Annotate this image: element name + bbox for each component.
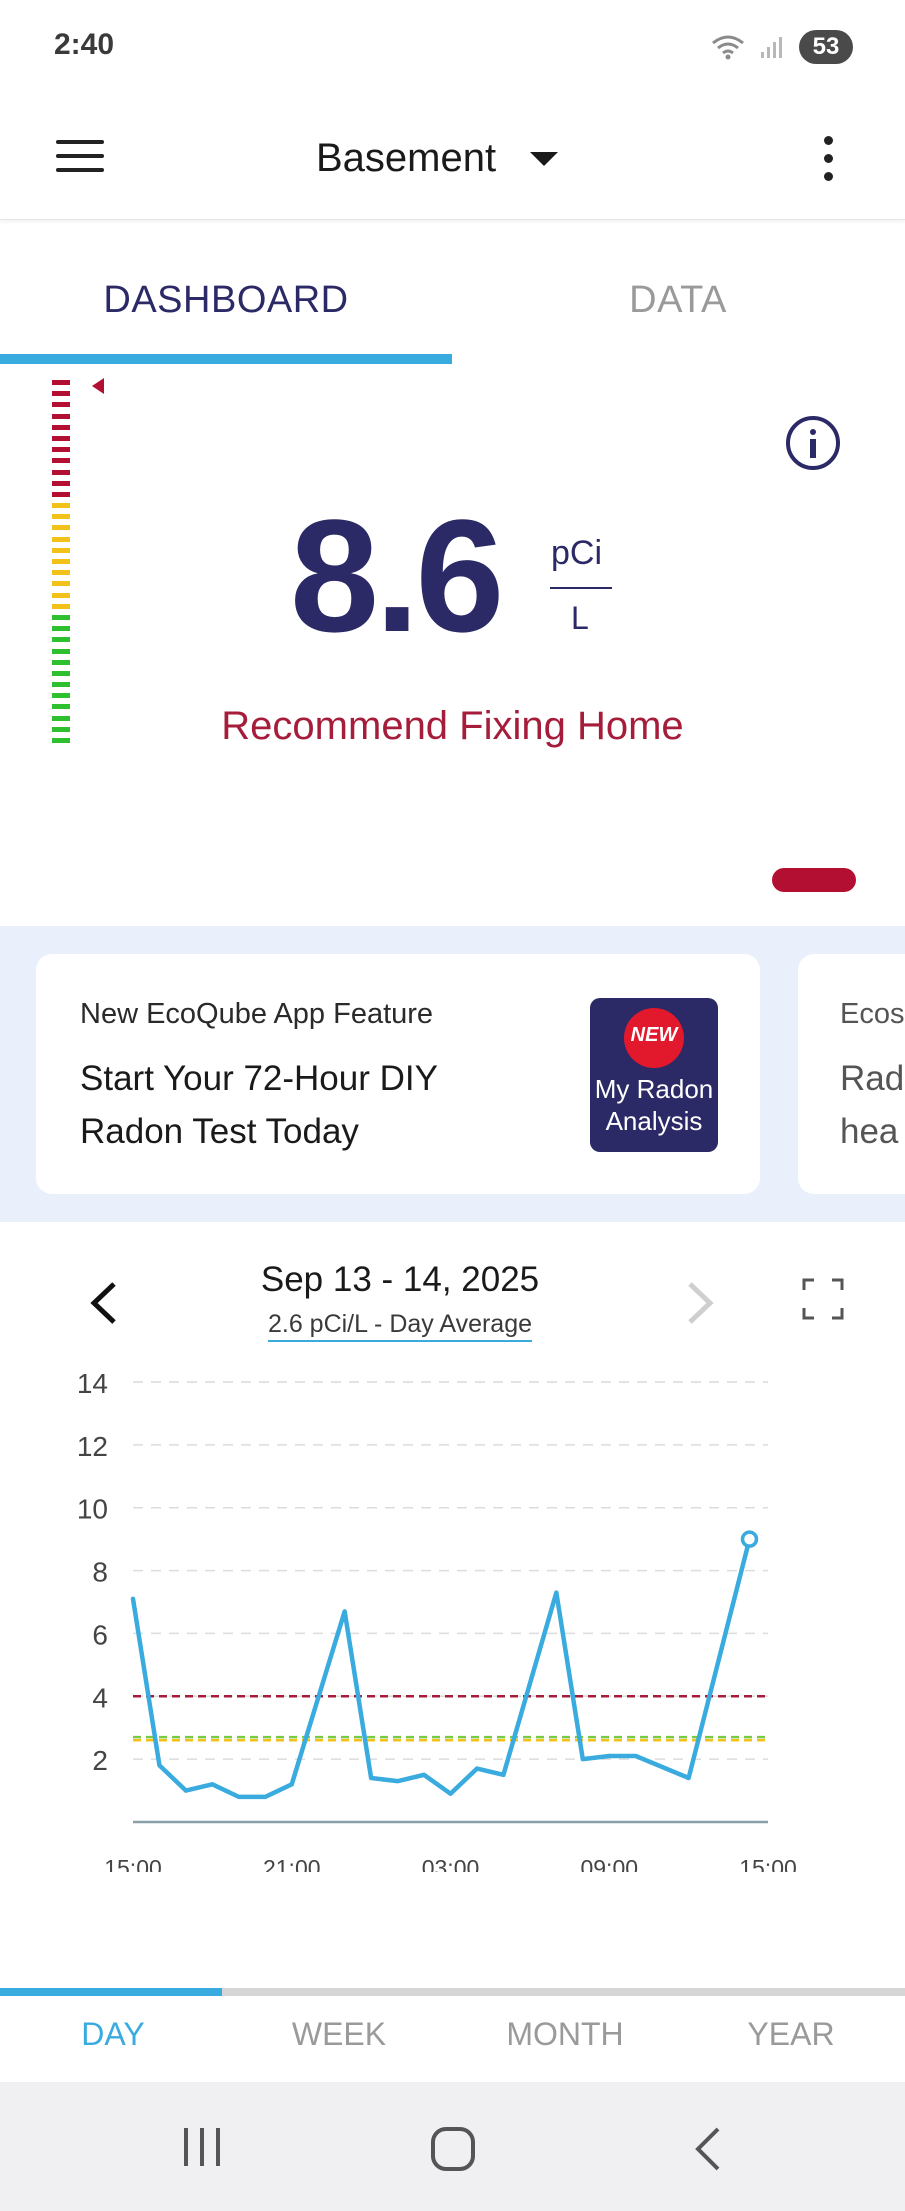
tab-day[interactable]: DAY <box>0 2016 226 2053</box>
status-bar: 2:40 53 <box>0 0 905 96</box>
y-tick-label: 8 <box>92 1557 108 1588</box>
x-tick-label: 15:00 <box>104 1855 162 1872</box>
latest-point-marker <box>740 1530 759 1548</box>
status-badge <box>772 868 856 892</box>
radon-series-line <box>130 1536 752 1800</box>
level-tick <box>52 637 70 643</box>
radon-line-chart: 246810121415:00Sep 1321:0003:0009:0015:0… <box>77 1368 797 1872</box>
level-tick <box>52 670 70 676</box>
back-icon[interactable] <box>690 2126 726 2172</box>
tab-week[interactable]: WEEK <box>226 2016 452 2053</box>
level-tick <box>52 525 70 531</box>
level-tick <box>52 469 70 475</box>
main-tabs: DASHBOARD DATA <box>0 221 905 364</box>
x-tick-label: 21:00 <box>263 1855 321 1872</box>
level-tick <box>52 559 70 564</box>
level-tick <box>52 536 70 542</box>
period-tab-indicator <box>0 1988 222 1996</box>
chevron-down-icon <box>530 151 559 166</box>
tab-year[interactable]: YEAR <box>678 2016 904 2053</box>
level-tick <box>52 491 70 497</box>
chart-average-label: 2.6 pCi/L - Day Average <box>267 1310 533 1342</box>
y-tick-label: 2 <box>92 1745 108 1776</box>
unit-denominator: L <box>571 600 589 636</box>
level-tick <box>52 480 70 486</box>
level-tick <box>52 693 70 699</box>
y-tick-label: 10 <box>77 1494 108 1525</box>
promo-kicker: New EcoQube App Feature <box>80 998 434 1030</box>
promo-carousel: New EcoQube App Feature Start Your 72-Ho… <box>0 926 905 1222</box>
home-icon[interactable] <box>430 2126 476 2172</box>
chart-day-average[interactable]: 2.6 pCi/L - Day Average <box>180 1310 620 1342</box>
recent-apps-icon[interactable] <box>180 2126 224 2168</box>
radon-value: 8.6 <box>290 486 504 665</box>
badge-line2: Analysis <box>605 1106 703 1136</box>
level-tick <box>52 503 70 509</box>
battery-indicator: 53 <box>799 30 853 64</box>
badge-new-label: NEW <box>630 1024 678 1046</box>
level-tick <box>52 626 70 632</box>
level-tick <box>52 435 70 441</box>
radon-analysis-badge: NEW My Radon Analysis <box>590 998 718 1152</box>
x-tick-label: 09:00 <box>580 1855 638 1872</box>
tab-dashboard[interactable]: DASHBOARD <box>0 221 452 364</box>
promo-card-next[interactable]: Ecos Rad hea <box>798 954 905 1194</box>
chart-section: Sep 13 - 14, 2025 2.6 pCi/L - Day Averag… <box>0 1222 905 1988</box>
status-icons: 53 <box>711 30 853 64</box>
tab-data[interactable]: DATA <box>452 221 904 364</box>
y-tick-label: 14 <box>77 1368 108 1399</box>
system-nav-bar <box>0 2082 905 2211</box>
level-tick <box>52 614 70 620</box>
chevron-left-icon[interactable] <box>86 1278 122 1328</box>
level-tick <box>52 592 70 598</box>
status-message: Recommend Fixing Home <box>221 704 684 748</box>
unit-divider <box>550 587 612 589</box>
level-tick <box>52 547 70 553</box>
level-tick <box>52 413 70 419</box>
promo2-kicker: Ecos <box>840 998 905 1030</box>
level-tick <box>52 648 70 654</box>
level-tick <box>52 682 70 688</box>
level-tick <box>52 514 70 520</box>
radon-reading-panel: 8.6 pCi L Recommend Fixing Home <box>0 364 905 926</box>
fullscreen-icon[interactable] <box>802 1278 844 1320</box>
level-tick <box>52 458 70 464</box>
level-tick <box>52 380 70 385</box>
tab-month[interactable]: MONTH <box>452 2016 678 2053</box>
location-dropdown[interactable]: Basement <box>316 136 559 181</box>
period-tabs: DAY WEEK MONTH YEAR <box>0 1988 905 2082</box>
level-tick <box>52 581 70 587</box>
level-tick <box>52 603 70 609</box>
x-tick-label: 03:00 <box>422 1855 480 1872</box>
promo-card-radon-test[interactable]: New EcoQube App Feature Start Your 72-Ho… <box>36 954 760 1194</box>
level-tick <box>52 447 70 453</box>
status-time: 2:40 <box>54 28 115 61</box>
wifi-icon <box>712 35 744 60</box>
level-pointer-icon <box>92 378 104 394</box>
location-label: Basement <box>316 136 497 180</box>
more-options-icon[interactable] <box>820 136 836 186</box>
menu-icon[interactable] <box>56 140 104 176</box>
level-tick <box>52 659 70 665</box>
level-tick <box>52 402 70 408</box>
info-icon[interactable] <box>786 416 840 470</box>
y-tick-label: 12 <box>77 1431 108 1462</box>
signal-icon <box>761 37 782 58</box>
promo2-line1: Rad <box>840 1059 905 1098</box>
chart-date-range: Sep 13 - 14, 2025 <box>260 1260 540 1299</box>
y-tick-label: 4 <box>92 1682 108 1713</box>
promo-title: Start Your 72-Hour DIY Radon Test Today <box>80 1059 438 1151</box>
x-tick-label: 15:00 <box>739 1855 797 1872</box>
y-tick-label: 6 <box>92 1619 108 1650</box>
chevron-right-icon[interactable] <box>682 1278 718 1328</box>
level-tick <box>52 391 70 397</box>
level-tick <box>52 570 70 576</box>
unit-numerator: pCi <box>551 534 603 572</box>
app-bar: Basement <box>0 96 905 220</box>
promo2-line2: hea <box>840 1112 899 1151</box>
level-tick <box>52 424 70 430</box>
badge-line1: My Radon <box>594 1074 714 1104</box>
radon-level-scale <box>52 380 72 749</box>
